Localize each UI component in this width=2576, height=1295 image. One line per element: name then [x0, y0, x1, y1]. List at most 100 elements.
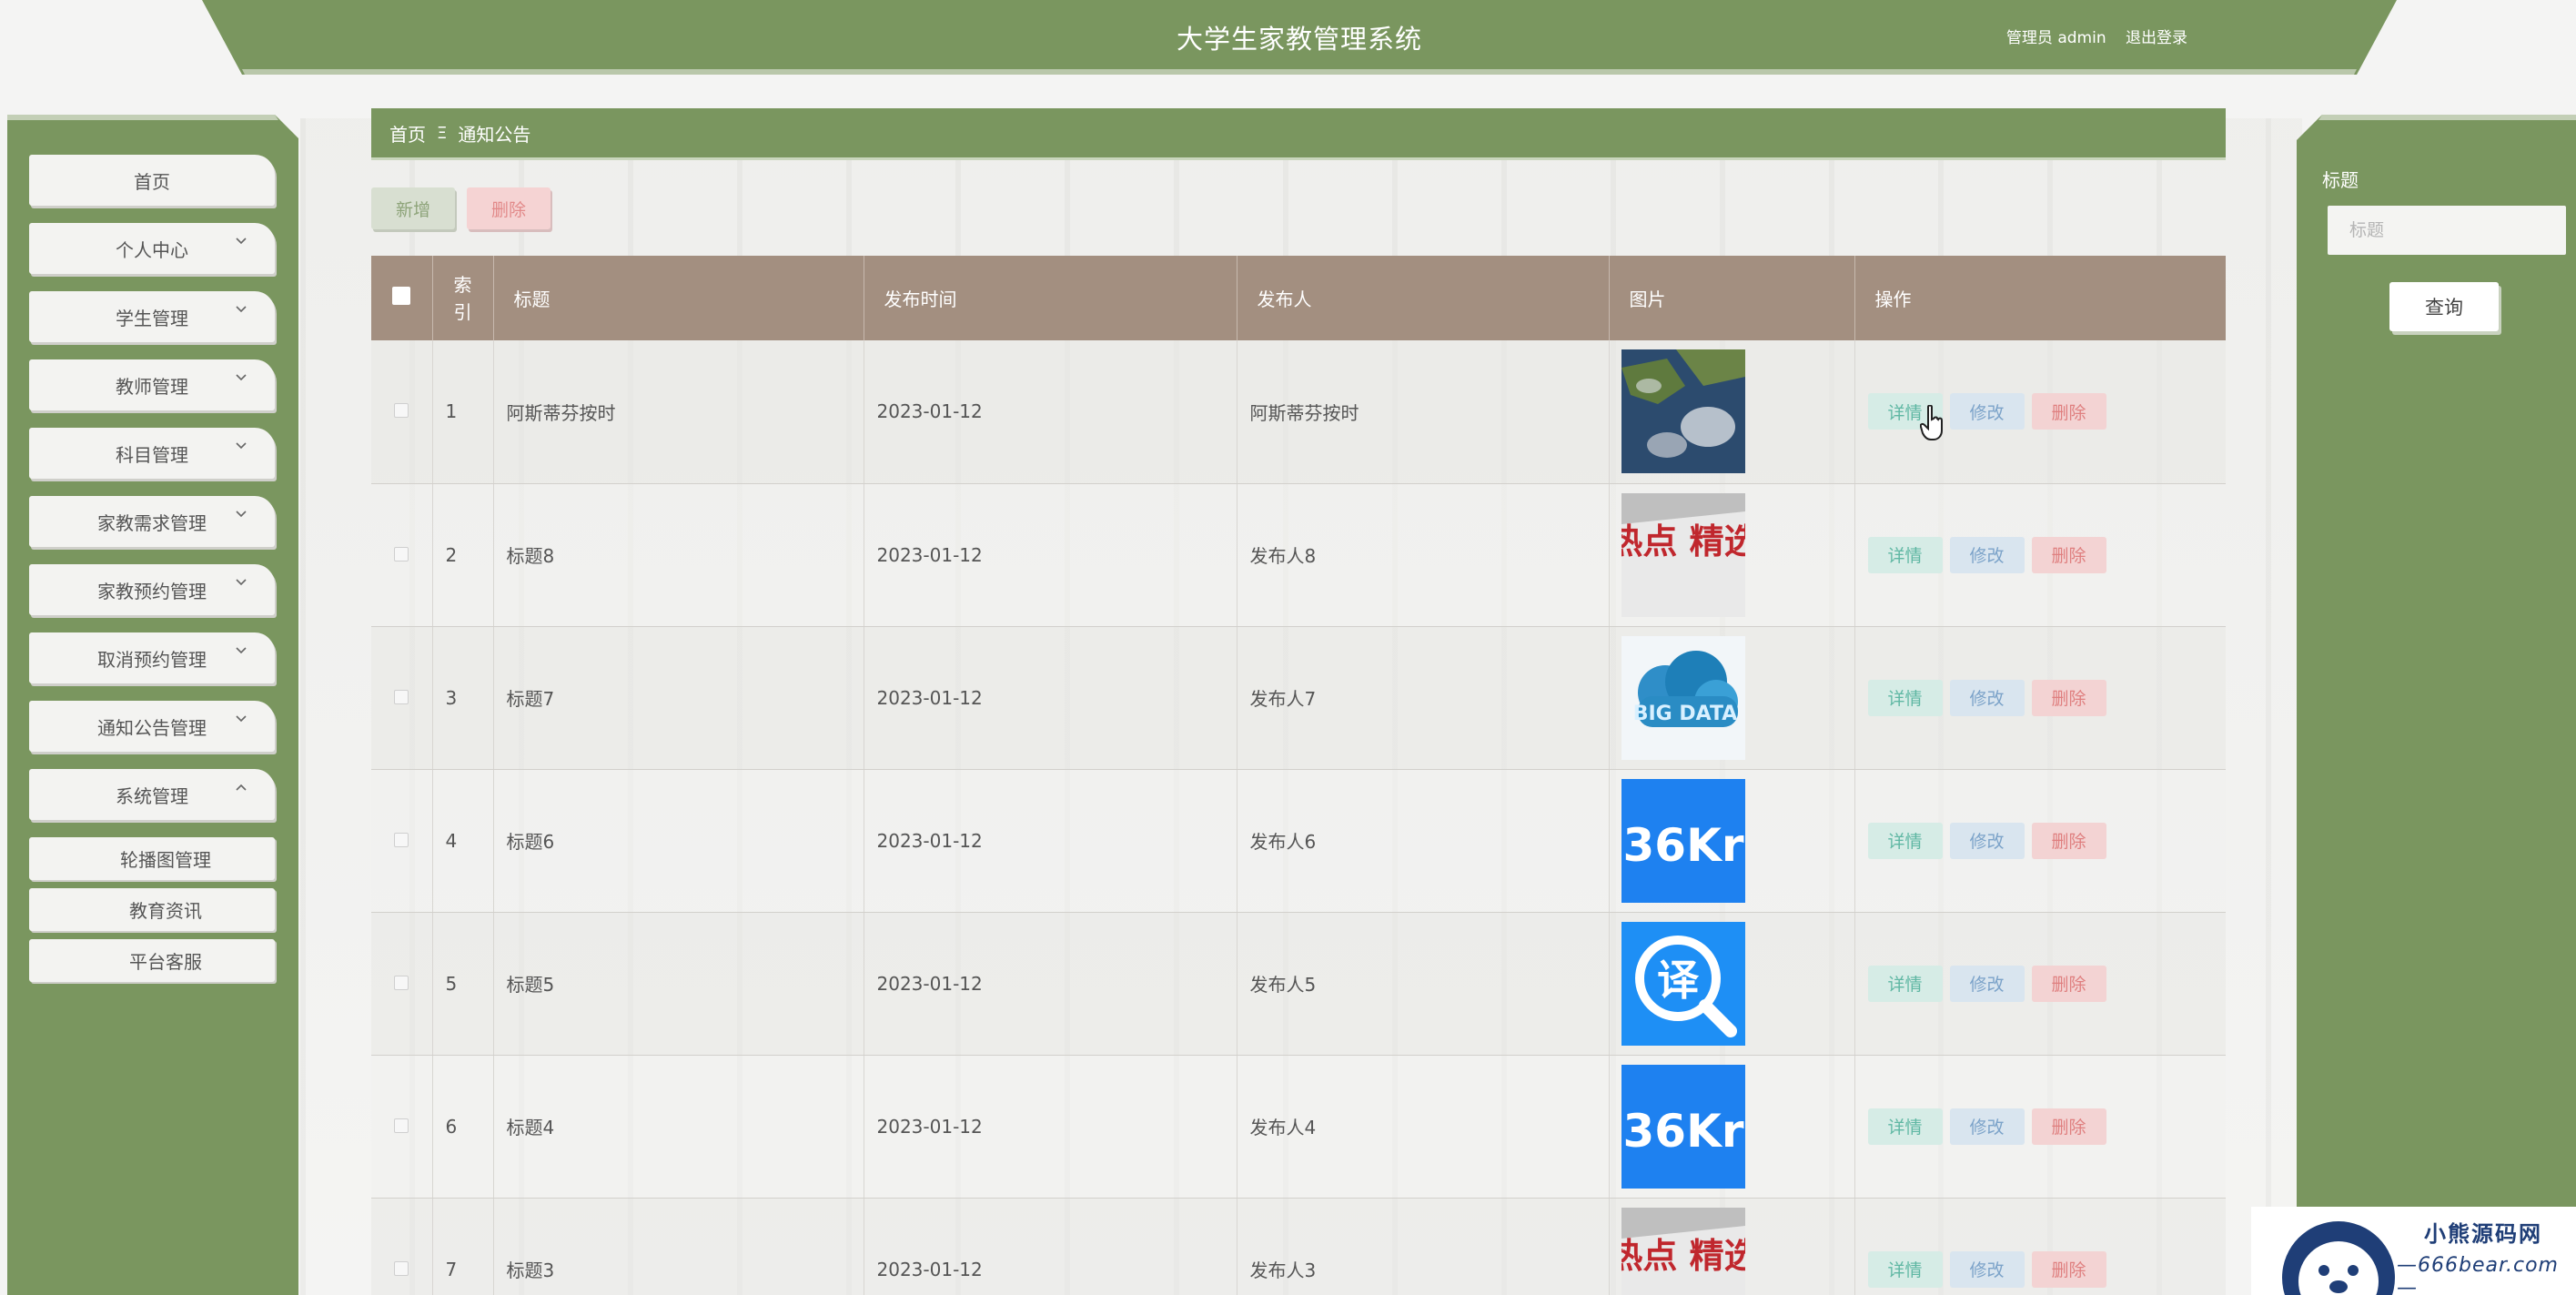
cell-ops: 详情 修改 删除 [1854, 626, 2226, 770]
search-button[interactable]: 查询 [2389, 282, 2499, 331]
translate-logo-thumbnail[interactable]: 译 [1621, 921, 1745, 1046]
big-data-cloud-thumbnail[interactable]: BIG DATA [1621, 635, 1745, 760]
detail-button[interactable]: 详情 [1867, 822, 1943, 859]
sidebar-item-8[interactable]: 通知公告管理 [29, 701, 275, 752]
row-checkbox-cell[interactable] [371, 912, 433, 1056]
row-checkbox[interactable] [394, 403, 409, 419]
36kr-logo-thumbnail[interactable]: 36Kr [1621, 1064, 1745, 1189]
chevron-down-icon [236, 647, 247, 654]
cell-ops: 详情 修改 删除 [1854, 1055, 2226, 1199]
satellite-map-thumbnail[interactable] [1621, 349, 1745, 474]
row-delete-button[interactable]: 删除 [2031, 679, 2106, 716]
add-button[interactable]: 新增 [371, 187, 455, 229]
36kr-logo-thumbnail[interactable]: 36Kr [1621, 778, 1745, 903]
watermark-line1: 小熊源码网 [2424, 1221, 2542, 1247]
left-sidebar: 首页个人中心学生管理教师管理科目管理家教需求管理 家教预约管理 取消预约管理通知公告… [7, 115, 298, 1295]
hot-picks-thumbnail[interactable]: 热点 精选 [1621, 1207, 1745, 1295]
sidebar-item-0[interactable]: 首页 [29, 155, 275, 206]
watermark-line2: —666bear.com— [2397, 1254, 2559, 1295]
row-delete-button[interactable]: 删除 [2031, 822, 2106, 859]
cell-time: 2023-01-12 [864, 626, 1237, 770]
submenu-item-0[interactable]: 轮播图管理 [29, 837, 275, 880]
cell-index: 4 [432, 769, 494, 913]
row-actions: 详情 修改 删除 [1867, 965, 2226, 1002]
edit-button[interactable]: 修改 [1949, 1250, 2025, 1288]
logout-link[interactable]: 退出登录 [2126, 29, 2187, 47]
edit-button[interactable]: 修改 [1949, 965, 2025, 1002]
sidebar-item-6[interactable]: 家教预约管理 [29, 564, 275, 615]
row-checkbox[interactable] [394, 1260, 409, 1276]
watermark-logo: 小熊源码网 —666bear.com— [2251, 1207, 2576, 1295]
chevron-down-icon [236, 442, 247, 450]
sidebar-item-label: 通知公告管理 [97, 716, 207, 739]
row-checkbox-cell[interactable] [371, 1198, 433, 1295]
cell-ops: 详情 修改 删除 [1854, 1198, 2226, 1295]
row-delete-button[interactable]: 删除 [2031, 536, 2106, 573]
sidebar-item-9[interactable]: 系统管理 [29, 769, 275, 820]
row-checkbox[interactable] [394, 1118, 409, 1133]
row-checkbox-cell[interactable] [371, 483, 433, 627]
cell-author: 发布人3 [1237, 1198, 1610, 1295]
hot-picks-thumbnail[interactable]: 热点 精选 [1621, 492, 1745, 617]
table-row: 2 标题8 2023-01-12 发布人8 热点 精选 详情 修改 删除 [371, 483, 2226, 627]
edit-button[interactable]: 修改 [1949, 822, 2025, 859]
detail-button[interactable]: 详情 [1867, 679, 1943, 716]
row-checkbox-cell[interactable] [371, 340, 433, 484]
sidebar-item-5[interactable]: 家教需求管理 [29, 496, 275, 547]
sidebar-item-7[interactable]: 取消预约管理 [29, 632, 275, 683]
table-header-row: 索引 标题 发布时间 发布人 图片 操作 [371, 256, 2226, 340]
cell-author: 发布人8 [1237, 483, 1610, 627]
row-checkbox-cell[interactable] [371, 769, 433, 913]
header-title: 标题 [493, 256, 864, 340]
search-title-input[interactable] [2328, 206, 2566, 255]
row-checkbox[interactable] [394, 689, 409, 704]
row-checkbox-cell[interactable] [371, 626, 433, 770]
row-delete-button[interactable]: 删除 [2031, 393, 2106, 430]
cell-time: 2023-01-12 [864, 769, 1237, 913]
sidebar-item-3[interactable]: 教师管理 [29, 359, 275, 410]
select-all-checkbox[interactable] [392, 287, 411, 305]
cell-title: 标题6 [493, 769, 864, 913]
batch-delete-button[interactable]: 删除 [467, 187, 551, 229]
row-checkbox-cell[interactable] [371, 1055, 433, 1199]
cell-ops: 详情 修改 删除 [1854, 483, 2226, 627]
row-delete-button[interactable]: 删除 [2031, 965, 2106, 1002]
detail-button[interactable]: 详情 [1867, 1108, 1943, 1145]
cell-author: 发布人7 [1237, 626, 1610, 770]
row-delete-button[interactable]: 删除 [2031, 1250, 2106, 1288]
sidebar-item-4[interactable]: 科目管理 [29, 428, 275, 479]
cell-ops: 详情 修改 删除 [1854, 912, 2226, 1056]
edit-button[interactable]: 修改 [1949, 536, 2025, 573]
chevron-down-icon [236, 511, 247, 518]
row-checkbox[interactable] [394, 546, 409, 562]
sidebar-item-2[interactable]: 学生管理 [29, 291, 275, 342]
cell-image: 36Kr [1609, 769, 1855, 913]
chevron-down-icon [236, 374, 247, 381]
sidebar-item-1[interactable]: 个人中心 [29, 223, 275, 274]
svg-text:36Kr: 36Kr [1622, 819, 1743, 872]
detail-button[interactable]: 详情 [1867, 965, 1943, 1002]
detail-button[interactable]: 详情 [1867, 536, 1943, 573]
table-body: 1 阿斯蒂芬按时 2023-01-12 阿斯蒂芬按时 详情 修改 删除 2 标题8 2023-01… [371, 340, 2226, 1295]
sidebar-item-label: 教师管理 [116, 375, 188, 398]
cell-time: 2023-01-12 [864, 1198, 1237, 1295]
edit-button[interactable]: 修改 [1949, 393, 2025, 430]
select-all-checkbox-cell[interactable] [371, 256, 433, 340]
edit-button[interactable]: 修改 [1949, 1108, 2025, 1145]
detail-button[interactable]: 详情 [1867, 1250, 1943, 1288]
row-checkbox[interactable] [394, 832, 409, 847]
search-title-label: 标题 [2322, 169, 2359, 191]
sidebar-item-label: 个人中心 [116, 238, 188, 261]
breadcrumb-home[interactable]: 首页 [389, 120, 426, 147]
submenu-item-1[interactable]: 教育资讯 [29, 888, 275, 931]
submenu-item-2[interactable]: 平台客服 [29, 939, 275, 982]
cell-author: 发布人6 [1237, 769, 1610, 913]
header-time: 发布时间 [864, 256, 1237, 340]
notice-table: 索引 标题 发布时间 发布人 图片 操作 1 阿斯蒂芬按时 2023-01-12 阿斯… [371, 256, 2226, 1295]
cell-image: 热点 精选 [1609, 1198, 1855, 1295]
row-checkbox[interactable] [394, 975, 409, 990]
cell-author: 阿斯蒂芬按时 [1237, 340, 1610, 484]
row-delete-button[interactable]: 删除 [2031, 1108, 2106, 1145]
chevron-down-icon [236, 715, 247, 723]
edit-button[interactable]: 修改 [1949, 679, 2025, 716]
